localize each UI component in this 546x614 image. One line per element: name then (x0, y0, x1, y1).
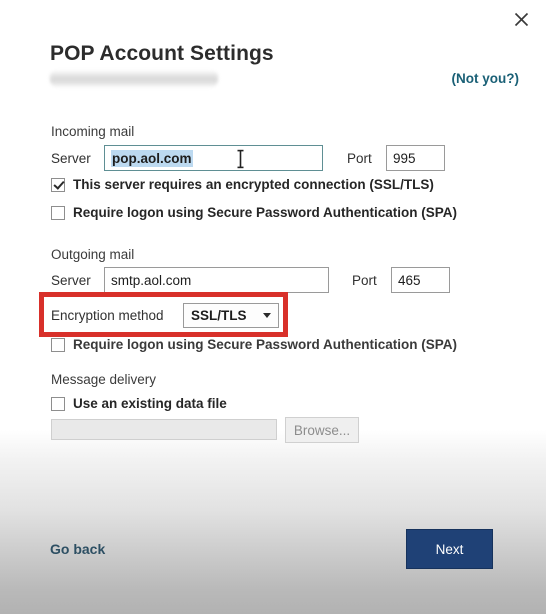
encryption-method-value: SSL/TLS (191, 308, 247, 323)
outgoing-server-label: Server (51, 273, 91, 288)
incoming-encrypted-connection-checkbox[interactable]: This server requires an encrypted connec… (51, 177, 434, 192)
outgoing-port-label: Port (352, 273, 377, 288)
outgoing-server-input[interactable]: smtp.aol.com (104, 267, 329, 293)
checkbox-unchecked-icon (51, 396, 65, 411)
encryption-method-label: Encryption method (51, 308, 164, 323)
incoming-mail-heading: Incoming mail (51, 124, 135, 139)
outgoing-spa-label: Require logon using Secure Password Auth… (73, 337, 458, 352)
pop-account-settings-dialog: POP Account Settings (Not you?) Incoming… (0, 0, 546, 614)
checkbox-unchecked-icon (51, 337, 65, 352)
outgoing-port-input[interactable]: 465 (391, 267, 450, 293)
account-email-redacted (50, 70, 218, 87)
close-icon[interactable] (504, 4, 538, 34)
incoming-spa-checkbox[interactable]: Require logon using Secure Password Auth… (51, 205, 457, 220)
checkbox-unchecked-icon (51, 205, 65, 220)
incoming-server-input[interactable]: pop.aol.com (104, 145, 323, 171)
incoming-port-label: Port (347, 151, 372, 166)
incoming-encrypted-connection-label: This server requires an encrypted connec… (73, 177, 434, 192)
outgoing-port-value: 465 (398, 272, 421, 288)
use-existing-data-file-label: Use an existing data file (73, 396, 227, 411)
outgoing-server-value: smtp.aol.com (111, 272, 192, 288)
outgoing-mail-heading: Outgoing mail (51, 247, 135, 262)
page-title: POP Account Settings (50, 42, 274, 65)
next-button[interactable]: Next (406, 529, 493, 569)
incoming-server-value: pop.aol.com (111, 149, 193, 167)
outgoing-spa-checkbox[interactable]: Require logon using Secure Password Auth… (51, 337, 457, 352)
incoming-spa-label: Require logon using Secure Password Auth… (73, 205, 458, 220)
browse-button: Browse... (285, 417, 359, 443)
go-back-link[interactable]: Go back (50, 541, 105, 557)
data-file-path-input (51, 419, 277, 440)
incoming-server-label: Server (51, 151, 91, 166)
encryption-method-select[interactable]: SSL/TLS (183, 303, 279, 328)
incoming-port-input[interactable]: 995 (386, 145, 445, 171)
browse-button-label: Browse... (293, 422, 351, 438)
message-delivery-heading: Message delivery (51, 372, 157, 387)
next-button-label: Next (435, 541, 464, 557)
use-existing-data-file-checkbox[interactable]: Use an existing data file (51, 396, 227, 411)
chevron-down-icon (263, 313, 271, 318)
checkbox-checked-icon (51, 177, 65, 192)
not-you-link[interactable]: (Not you?) (452, 71, 519, 86)
incoming-port-value: 995 (393, 150, 416, 166)
